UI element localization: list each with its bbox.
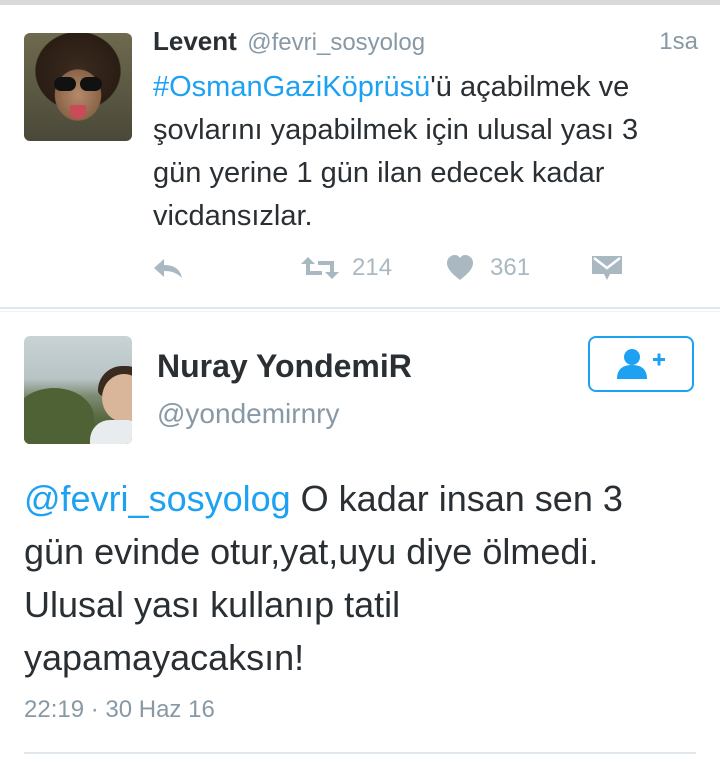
sunglasses-lens xyxy=(80,77,102,91)
retweet-button[interactable] xyxy=(300,248,340,288)
author-handle[interactable]: @fevri_sosyolog xyxy=(247,29,425,56)
tweet-actions: 214 361 xyxy=(0,248,720,288)
tweet-text: #OsmanGaziKöprüsü'ü açabilmek ve şovları… xyxy=(153,66,698,238)
tweet-text-line: O kadar insan sen 3 xyxy=(290,478,623,519)
tweet-header: Levent @fevri_sosyolog 1sa xyxy=(153,26,698,62)
avatar-landscape xyxy=(24,388,94,444)
heart-icon xyxy=(447,255,473,280)
avatar[interactable] xyxy=(24,336,132,444)
tweet-timestamp[interactable]: 22:19 · 30 Haz 16 xyxy=(24,696,215,724)
hashtag-link[interactable]: #OsmanGaziKöprüsü xyxy=(153,71,430,103)
avatar-face xyxy=(102,374,132,422)
avatar[interactable] xyxy=(24,33,132,141)
tweet-divider xyxy=(0,307,720,309)
follow-user-icon xyxy=(617,349,665,379)
tweet-time[interactable]: 1sa xyxy=(659,28,698,56)
sunglasses-lens xyxy=(54,77,76,91)
like-count[interactable]: 361 xyxy=(490,248,530,288)
follow-button[interactable] xyxy=(588,336,694,392)
reply-icon xyxy=(154,259,182,278)
author-handle[interactable]: @yondemirnry xyxy=(157,398,339,430)
tweet-text-line: Ulusal yası kullanıp tatil xyxy=(24,584,401,625)
author-name[interactable]: Nuray YondemiR xyxy=(157,348,412,385)
author-name[interactable]: Levent xyxy=(153,26,237,56)
retweet-count[interactable]: 214 xyxy=(352,248,392,288)
tweet-text-line: gün yerine 1 gün ilan edecek kadar xyxy=(153,157,605,189)
like-button[interactable] xyxy=(446,248,474,288)
tweet-text-line: vicdansızlar. xyxy=(153,200,313,232)
tweet-text-line: 'ü açabilmek ve xyxy=(430,71,630,103)
tweet-text-line: yapamayacaksın! xyxy=(24,637,305,678)
avatar-shirt xyxy=(90,420,132,444)
mention-link[interactable]: @fevri_sosyolog xyxy=(24,478,291,519)
reply-button[interactable] xyxy=(152,248,184,288)
direct-message-button[interactable] xyxy=(590,248,624,288)
tweet-text-line: şovlarını yapabilmek için ulusal yası 3 xyxy=(153,114,639,146)
direct-message-icon xyxy=(592,256,622,280)
tweet-text-line: gün evinde otur,yat,uyu diye ölmedi. xyxy=(24,531,599,572)
tweet-text: @fevri_sosyolog O kadar insan sen 3 gün … xyxy=(24,472,704,684)
tongue xyxy=(70,105,86,119)
retweet-icon xyxy=(301,257,339,279)
bottom-divider xyxy=(24,752,696,754)
tweet-divider-shadow xyxy=(0,311,720,312)
